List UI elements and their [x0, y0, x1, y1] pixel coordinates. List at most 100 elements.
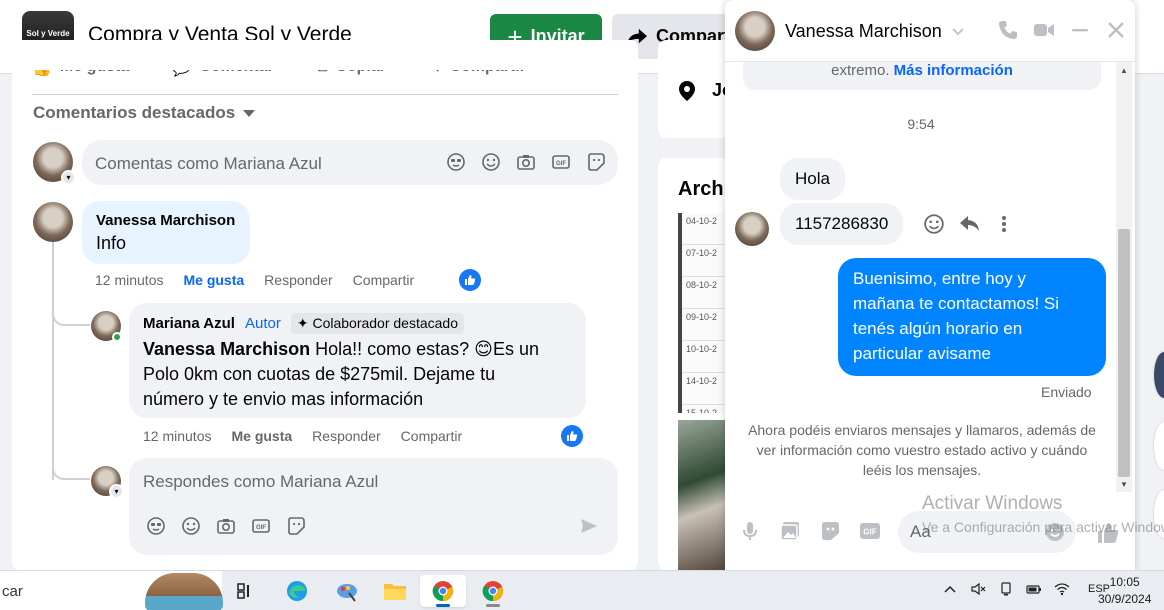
sticker-icon[interactable]	[586, 152, 606, 172]
camera-icon[interactable]	[216, 516, 236, 536]
more-options-icon[interactable]	[999, 214, 1009, 234]
chat-scrollbar[interactable]: ▲ ▼	[1116, 62, 1132, 492]
post-share-action[interactable]: ↪ Compartir	[427, 60, 526, 78]
post-comment-action[interactable]: 💬 Comentar	[171, 60, 274, 78]
contact-bubble[interactable]	[1154, 352, 1164, 398]
commenter-avatar[interactable]	[33, 202, 73, 242]
taskbar-edge[interactable]	[274, 575, 320, 607]
featured-comments-dropdown[interactable]: Comentarios destacados	[33, 103, 256, 123]
emoji-icon[interactable]	[181, 516, 201, 536]
camera-icon[interactable]	[516, 152, 536, 172]
photo-thumbnail[interactable]	[678, 420, 726, 570]
task-view-icon	[237, 583, 249, 599]
more-info-link[interactable]: Más información	[894, 62, 1013, 79]
comment-icon: 💬	[171, 60, 192, 77]
post-like-action[interactable]: 👍 Me gusta	[32, 70, 129, 78]
reply-input[interactable]: Respondes como Mariana Azul GIF	[129, 458, 618, 555]
reply-reply-button[interactable]: Responder	[312, 428, 381, 444]
clock-date: 30/9/2024	[1098, 592, 1152, 606]
share-icon: ↪	[427, 60, 442, 77]
taskbar-task-view[interactable]	[222, 575, 268, 607]
sticker-icon[interactable]	[819, 520, 841, 542]
contact-message-avatar[interactable]	[735, 212, 769, 246]
comment-author[interactable]: Vanessa Marchison	[96, 212, 235, 229]
phone-icon[interactable]	[997, 19, 1019, 41]
reply-header: Mariana Azul Autor ✦ Colaborador destaca…	[143, 313, 464, 334]
comment-time[interactable]: 12 minutos	[95, 272, 163, 288]
speaker-muted-icon[interactable]	[970, 581, 986, 597]
group-logo-text: Sol y Verde	[26, 29, 70, 38]
video-camera-icon[interactable]	[1033, 19, 1055, 41]
reply-share-button[interactable]: Compartir	[401, 428, 462, 444]
send-icon[interactable]	[579, 516, 599, 536]
avatar-sticker-icon[interactable]	[146, 516, 166, 536]
minimize-icon[interactable]	[1069, 19, 1091, 41]
incoming-message[interactable]: 1157286830	[780, 203, 904, 245]
react-emoji-icon[interactable]	[923, 213, 945, 235]
emoji-icon[interactable]	[481, 152, 501, 172]
post-actions-row: 👍 Me gusta 💬 Comentar ⧉ Copiar ↪ Compartir	[32, 58, 618, 78]
reply-author[interactable]: Mariana Azul	[143, 315, 235, 332]
wifi-icon[interactable]	[1054, 581, 1070, 597]
svg-text:GIF: GIF	[863, 528, 876, 537]
emoji-icon[interactable]	[1045, 522, 1065, 542]
scroll-down-arrow[interactable]: ▼	[1120, 480, 1128, 489]
reply-time[interactable]: 12 minutos	[143, 428, 211, 444]
search-highlight-image	[145, 573, 223, 610]
reply-author-avatar[interactable]	[91, 311, 122, 342]
contact-bubble[interactable]	[1154, 490, 1164, 538]
scrollbar-thumb[interactable]	[1118, 229, 1130, 477]
chevron-down-icon[interactable]: ▾	[109, 484, 124, 499]
gif-icon[interactable]: GIF	[551, 152, 571, 172]
display-icon[interactable]	[998, 581, 1014, 597]
scroll-up-arrow[interactable]: ▲	[1120, 66, 1128, 75]
contact-bubble[interactable]	[1154, 422, 1164, 470]
paint-app-icon	[337, 584, 357, 602]
top-contributor-badge[interactable]: ✦ Colaborador destacado	[290, 313, 464, 334]
chat-contact-name-button[interactable]: Vanessa Marchison	[785, 21, 964, 42]
outgoing-message[interactable]: Buenisimo, entre hoy y mañana te contact…	[838, 258, 1106, 376]
chevron-down-icon[interactable]: ▾	[61, 170, 76, 185]
taskbar-chrome-profile[interactable]	[470, 575, 516, 607]
chevron-up-icon[interactable]	[942, 581, 958, 597]
previous-system-message: extremo. Más información	[743, 62, 1101, 90]
like-reaction-icon[interactable]	[459, 269, 481, 291]
photo-icon[interactable]	[779, 520, 801, 542]
battery-icon[interactable]	[1026, 581, 1042, 597]
gif-icon[interactable]: GIF	[251, 516, 271, 536]
files-title[interactable]: Archi	[678, 178, 729, 201]
avatar-sticker-icon[interactable]	[446, 152, 466, 172]
taskbar-paint[interactable]	[324, 575, 370, 607]
sticker-icon[interactable]	[286, 516, 306, 536]
chat-contact-avatar[interactable]	[735, 11, 775, 51]
comment-share-button[interactable]: Compartir	[353, 272, 414, 288]
gif-icon[interactable]: GIF	[859, 520, 881, 542]
like-reaction-icon[interactable]	[561, 425, 583, 447]
microphone-icon[interactable]	[739, 520, 761, 542]
thumbs-up-icon[interactable]	[1095, 521, 1121, 545]
reply-arrow-icon[interactable]	[959, 214, 981, 234]
post-copy-action[interactable]: ⧉ Copiar	[315, 58, 386, 78]
current-user-avatar[interactable]: ▾	[91, 466, 124, 499]
taskbar-chrome-active[interactable]	[420, 575, 466, 607]
taskbar-search-text: car	[2, 583, 23, 600]
comment-input[interactable]: Comentas como Mariana Azul GIF	[82, 140, 618, 185]
reply-bubble: Mariana Azul Autor ✦ Colaborador destaca…	[129, 303, 586, 418]
document-thumbnail[interactable]: 04-10-2 07-10-2 08-10-2 09-10-2 10-10-2 …	[678, 213, 726, 413]
chat-header-actions	[997, 19, 1127, 41]
comment-reply-button[interactable]: Responder	[264, 272, 333, 288]
edge-browser-icon	[287, 581, 307, 601]
comment-like-button[interactable]: Me gusta	[183, 272, 244, 288]
reply-like-button[interactable]: Me gusta	[231, 428, 292, 444]
incoming-message[interactable]: Hola	[780, 158, 845, 200]
copy-icon: ⧉	[315, 58, 328, 75]
privacy-notice: Ahora podéis enviaros mensajes y llamaro…	[748, 422, 1096, 478]
taskbar-file-explorer[interactable]	[372, 575, 418, 607]
taskbar-search-box[interactable]: car	[0, 571, 223, 610]
chat-message-list[interactable]: extremo. Más información 9:54 Hola 11572…	[725, 62, 1135, 492]
reply-mention[interactable]: Vanessa Marchison	[143, 339, 310, 359]
close-icon[interactable]	[1105, 19, 1127, 41]
system-clock[interactable]: 10:05 30/9/2024	[1098, 574, 1151, 608]
thread-connector	[52, 302, 90, 326]
current-user-avatar[interactable]: ▾	[33, 142, 76, 185]
